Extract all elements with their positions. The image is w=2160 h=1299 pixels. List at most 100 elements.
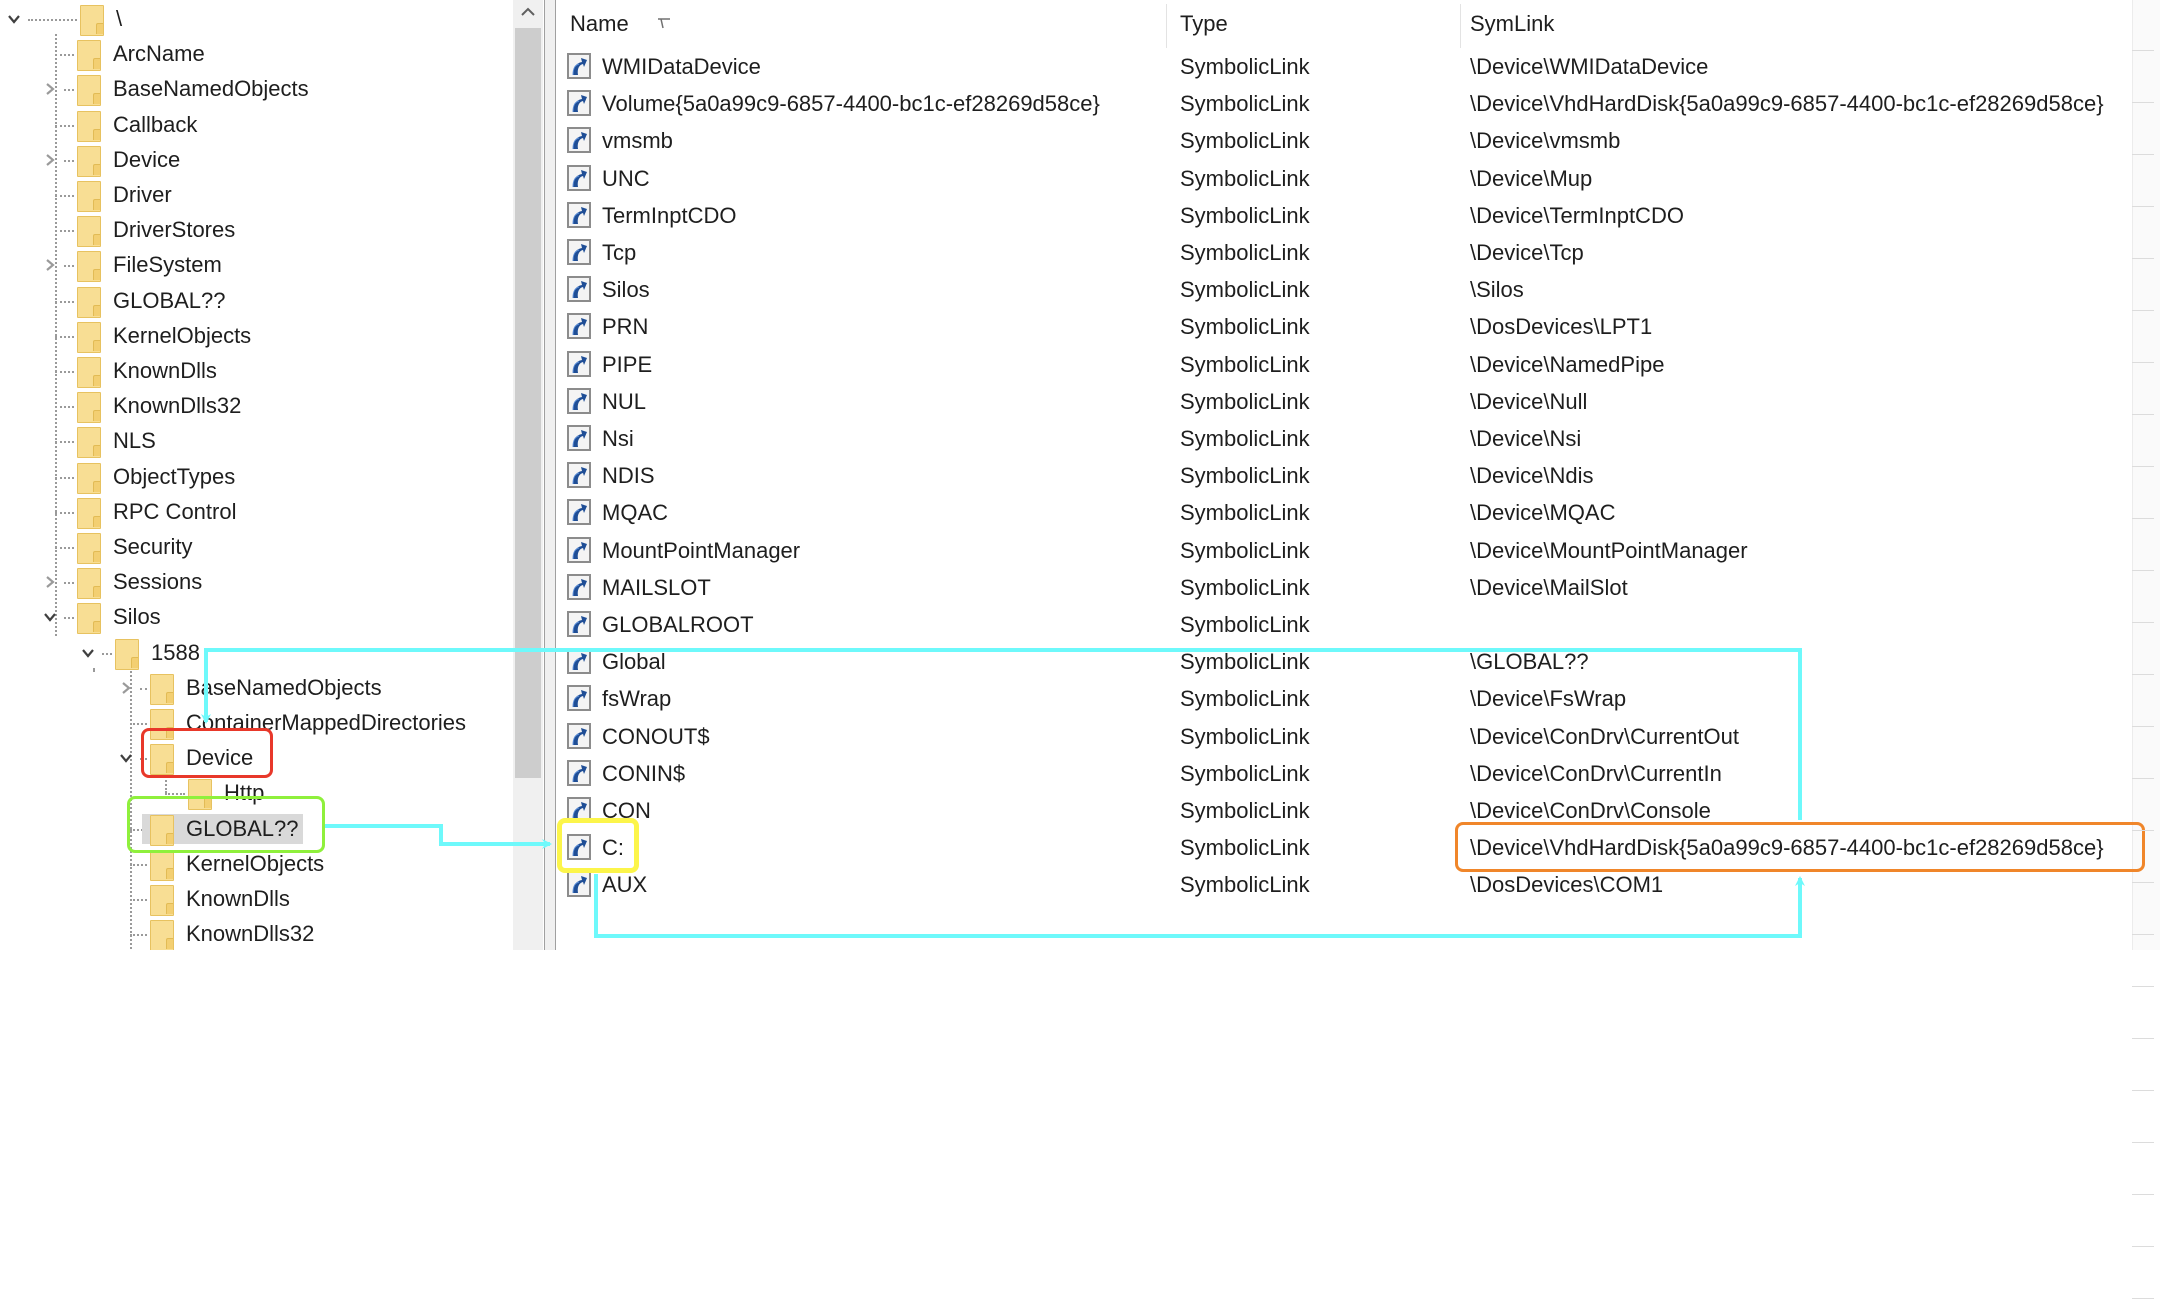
cell-name: UNC: [602, 165, 650, 191]
tree-item[interactable]: ArcName: [0, 37, 510, 72]
adjacent-panel-gridline: [2132, 1090, 2154, 1091]
list-row[interactable]: vmsmb SymbolicLink \Device\vmsmb: [556, 122, 2136, 159]
column-divider[interactable]: [1166, 4, 1167, 48]
tree-item[interactable]: BaseNamedObjects: [0, 72, 510, 107]
chevron-down-icon[interactable]: [40, 607, 60, 627]
chevron-down-icon[interactable]: [116, 748, 136, 768]
tree-item[interactable]: GLOBAL??: [0, 284, 510, 319]
adjacent-panel-gridline: [2132, 466, 2154, 467]
list-row[interactable]: MAILSLOT SymbolicLink \Device\MailSlot: [556, 569, 2136, 606]
list-row[interactable]: PRN SymbolicLink \DosDevices\LPT1: [556, 308, 2136, 345]
adjacent-panel-gridline: [2132, 622, 2154, 623]
tree-item-label: RPC Control: [113, 498, 237, 524]
folder-icon: [77, 392, 101, 424]
tree-item[interactable]: KernelObjects: [0, 319, 510, 354]
adjacent-panel-gridline: [2132, 258, 2154, 259]
symbolic-link-shortcut-icon: [567, 722, 591, 749]
tree-connector: [140, 687, 147, 690]
pane-splitter[interactable]: [544, 0, 556, 950]
tree-item[interactable]: 1588: [0, 636, 510, 671]
tree-connector: [55, 54, 74, 57]
list-row[interactable]: MountPointManager SymbolicLink \Device\Mou…: [556, 532, 2136, 569]
symbolic-link-shortcut-icon: [567, 53, 591, 79]
list-row[interactable]: Volume{5a0a99c9-6857-4400-bc1c-ef28269d5…: [556, 85, 2136, 122]
tree-item[interactable]: Callback: [0, 108, 510, 143]
cell-name: Nsi: [602, 426, 634, 451]
tree-item[interactable]: BaseNamedObjects: [0, 671, 510, 706]
chevron-right-icon[interactable]: [40, 79, 60, 99]
scrollbar-thumb[interactable]: [515, 28, 541, 778]
list-row[interactable]: fsWrap SymbolicLink \Device\FsWrap: [556, 680, 2136, 717]
tree-item[interactable]: Security: [0, 530, 510, 565]
highlight-box-symlink-target: [1455, 822, 2145, 872]
cell-symlink: \Device\NamedPipe: [1470, 351, 1665, 377]
cell-type: SymbolicLink: [1180, 649, 1310, 675]
tree-item[interactable]: KnownDlls: [0, 882, 510, 917]
list-row[interactable]: TermInptCDO SymbolicLink \Device\TermInptC…: [556, 197, 2136, 234]
chevron-right-icon[interactable]: [40, 255, 60, 275]
cell-symlink: \Device\MailSlot: [1470, 574, 1628, 600]
tree-item[interactable]: Driver: [0, 178, 510, 213]
adjacent-panel-gridline: [2132, 102, 2154, 103]
cell-symlink: \Device\ConDrv\CurrentOut: [1470, 723, 1739, 749]
column-divider[interactable]: [1460, 4, 1461, 48]
folder-icon: [77, 427, 101, 459]
list-row[interactable]: Tcp SymbolicLink \Device\Tcp: [556, 234, 2136, 271]
tree-item[interactable]: \: [0, 2, 510, 37]
tree-item[interactable]: ObjectTypes: [0, 460, 510, 495]
symbolic-link-shortcut-icon: [567, 425, 591, 451]
cell-name: TermInptCDO: [602, 202, 737, 228]
tree-connector: [55, 511, 74, 514]
tree-item-label: KnownDlls32: [113, 393, 242, 419]
cell-name: Silos: [602, 277, 650, 303]
list-row[interactable]: CONOUT$ SymbolicLink \Device\ConDrv\Curren…: [556, 718, 2136, 755]
column-header-type[interactable]: Type: [1180, 0, 1460, 48]
chevron-down-icon[interactable]: [78, 643, 98, 663]
list-row[interactable]: Silos SymbolicLink \Silos: [556, 271, 2136, 308]
cell-type: SymbolicLink: [1180, 723, 1310, 749]
list-row[interactable]: MQAC SymbolicLink \Device\MQAC: [556, 494, 2136, 531]
tree-item[interactable]: Sessions: [0, 565, 510, 600]
tree-vertical-scrollbar[interactable]: [513, 0, 543, 950]
chevron-down-icon[interactable]: [4, 9, 24, 29]
list-row[interactable]: CONIN$ SymbolicLink \Device\ConDrv\Current…: [556, 755, 2136, 792]
cell-type: SymbolicLink: [1180, 537, 1310, 563]
list-row[interactable]: NUL SymbolicLink \Device\Null: [556, 383, 2136, 420]
cell-name: fsWrap: [602, 686, 672, 712]
chevron-right-icon[interactable]: [116, 678, 136, 698]
list-row[interactable]: GLOBALROOT SymbolicLink: [556, 606, 2136, 643]
list-row[interactable]: Nsi SymbolicLink \Device\Nsi: [556, 420, 2136, 457]
tree-item[interactable]: NLS: [0, 424, 510, 459]
tree-item[interactable]: Silos: [0, 600, 510, 635]
tree-item[interactable]: FileSystem: [0, 248, 510, 283]
cell-type: SymbolicLink: [1180, 314, 1310, 340]
cell-type: SymbolicLink: [1180, 202, 1310, 228]
tree-item[interactable]: KnownDlls32: [0, 917, 510, 950]
list-row[interactable]: PIPE SymbolicLink \Device\NamedPipe: [556, 346, 2136, 383]
cell-type: SymbolicLink: [1180, 277, 1310, 303]
adjacent-panel-gridline: [2132, 882, 2154, 883]
tree-connector: [55, 406, 74, 409]
folder-icon: [77, 181, 101, 212]
tree-item[interactable]: Device: [0, 143, 510, 178]
chevron-right-icon[interactable]: [40, 572, 60, 592]
chevron-right-icon[interactable]: [40, 150, 60, 170]
adjacent-panel-gridline: [2132, 206, 2154, 207]
list-row[interactable]: WMIDataDevice SymbolicLink \Device\WMIData…: [556, 48, 2136, 85]
list-row[interactable]: UNC SymbolicLink \Device\Mup: [556, 160, 2136, 197]
column-header-name[interactable]: Name: [570, 0, 1166, 48]
tree-item[interactable]: KnownDlls: [0, 354, 510, 389]
symbolic-link-shortcut-icon: [567, 573, 591, 600]
list-row[interactable]: Global SymbolicLink \GLOBAL??: [556, 643, 2136, 680]
tree-item-label: KernelObjects: [186, 850, 325, 876]
column-header-symlink[interactable]: SymLink: [1470, 0, 2070, 48]
tree-item[interactable]: DriverStores: [0, 213, 510, 248]
list-row[interactable]: NDIS SymbolicLink \Device\Ndis: [556, 457, 2136, 494]
folder-icon: [150, 673, 174, 705]
symbolic-link-shortcut-icon: [567, 462, 591, 489]
cell-symlink: \Device\Null: [1470, 388, 1588, 414]
tree-connector: [130, 934, 147, 937]
tree-item[interactable]: RPC Control: [0, 495, 510, 530]
scroll-up-arrow-icon[interactable]: [513, 0, 543, 24]
tree-item[interactable]: KnownDlls32: [0, 389, 510, 424]
